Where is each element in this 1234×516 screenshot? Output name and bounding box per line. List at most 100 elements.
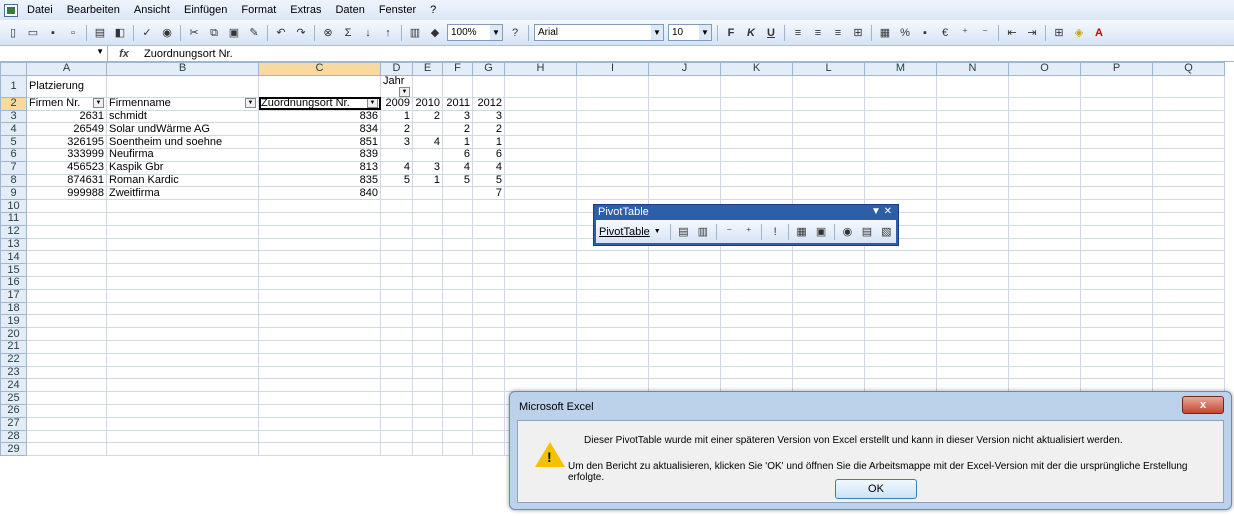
cell-g9[interactable]: 7 (472, 186, 505, 201)
cell-a8[interactable]: 874631 (26, 173, 107, 188)
cell-q18[interactable] (1152, 301, 1225, 316)
cell-p9[interactable] (1080, 186, 1153, 201)
print-icon[interactable]: ▤ (92, 25, 108, 41)
row-header-22[interactable]: 22 (0, 352, 27, 367)
cell-q4[interactable] (1152, 122, 1225, 137)
cell-b18[interactable] (106, 301, 259, 316)
column-header-o[interactable]: O (1008, 62, 1081, 76)
cell-q6[interactable] (1152, 147, 1225, 162)
cell-h18[interactable] (504, 301, 577, 316)
cell-q14[interactable] (1152, 250, 1225, 265)
cell-c15[interactable] (258, 263, 381, 277)
cell-a12[interactable] (26, 224, 107, 239)
cell-d9[interactable] (380, 186, 413, 201)
cell-j24[interactable] (648, 378, 721, 393)
cell-e26[interactable] (412, 403, 443, 418)
cell-l1[interactable] (792, 74, 865, 98)
cell-p12[interactable] (1080, 224, 1153, 239)
hide-field-list-icon[interactable]: ▧ (879, 224, 894, 240)
cell-g2[interactable]: 2012 (472, 96, 505, 111)
cell-h10[interactable] (504, 199, 577, 213)
cell-h11[interactable] (504, 211, 577, 226)
cell-f18[interactable] (442, 301, 473, 316)
cell-q17[interactable] (1152, 288, 1225, 303)
increase-decimal-icon[interactable]: ⁺ (957, 25, 973, 41)
drawing-icon[interactable]: ◆ (427, 25, 443, 41)
row-header-7[interactable]: 7 (0, 160, 27, 175)
cell-e18[interactable] (412, 301, 443, 316)
cell-f14[interactable] (442, 250, 473, 265)
cell-d8[interactable]: 5 (380, 173, 413, 188)
row-header-14[interactable]: 14 (0, 250, 27, 265)
cell-o6[interactable] (1008, 147, 1081, 162)
cell-q19[interactable] (1152, 314, 1225, 329)
cell-o22[interactable] (1008, 352, 1081, 367)
cell-m7[interactable] (864, 160, 937, 175)
cell-l16[interactable] (792, 275, 865, 290)
cell-a25[interactable] (26, 391, 107, 405)
cell-m4[interactable] (864, 122, 937, 137)
cell-e8[interactable]: 1 (412, 173, 443, 188)
cell-g25[interactable] (472, 391, 505, 405)
cell-h3[interactable] (504, 109, 577, 124)
bold-icon[interactable]: F (723, 25, 739, 41)
cell-b8[interactable]: Roman Kardic (106, 173, 259, 188)
cell-c4[interactable]: 834 (258, 122, 381, 137)
paste-icon[interactable]: ▣ (226, 25, 242, 41)
cell-n23[interactable] (936, 365, 1009, 380)
row-header-13[interactable]: 13 (0, 237, 27, 252)
cell-e6[interactable] (412, 147, 443, 162)
cell-g29[interactable] (472, 442, 505, 457)
cell-o1[interactable] (1008, 74, 1081, 98)
menu-datei[interactable]: Datei (20, 4, 60, 16)
cell-a19[interactable] (26, 314, 107, 329)
font-select[interactable]: Arial ▼ (534, 24, 664, 41)
insert-function-icon[interactable]: fx (108, 48, 140, 60)
cell-n3[interactable] (936, 109, 1009, 124)
cell-l3[interactable] (792, 109, 865, 124)
cell-a10[interactable] (26, 199, 107, 213)
cell-i6[interactable] (576, 147, 649, 162)
cell-j16[interactable] (648, 275, 721, 290)
cell-c22[interactable] (258, 352, 381, 367)
cell-b9[interactable]: Zweitfirma (106, 186, 259, 201)
cell-d10[interactable] (380, 199, 413, 213)
cell-c11[interactable] (258, 211, 381, 226)
cell-k16[interactable] (720, 275, 793, 290)
cell-a5[interactable]: 326195 (26, 135, 107, 149)
cell-f7[interactable]: 4 (442, 160, 473, 175)
menu-daten[interactable]: Daten (328, 4, 371, 16)
cell-i23[interactable] (576, 365, 649, 380)
row-header-21[interactable]: 21 (0, 339, 27, 354)
cell-k8[interactable] (720, 173, 793, 188)
column-header-m[interactable]: M (864, 62, 937, 76)
cell-l23[interactable] (792, 365, 865, 380)
cell-b3[interactable]: schmidt (106, 109, 259, 124)
cell-m9[interactable] (864, 186, 937, 201)
cell-d7[interactable]: 4 (380, 160, 413, 175)
cell-m2[interactable] (864, 96, 937, 111)
cell-k24[interactable] (720, 378, 793, 393)
cell-e16[interactable] (412, 275, 443, 290)
cell-e12[interactable] (412, 224, 443, 239)
cell-a4[interactable]: 26549 (26, 122, 107, 137)
cell-o24[interactable] (1008, 378, 1081, 393)
column-header-a[interactable]: A (26, 62, 107, 76)
row-header-29[interactable]: 29 (0, 442, 27, 457)
currency-icon[interactable]: ▦ (877, 25, 893, 41)
cell-h17[interactable] (504, 288, 577, 303)
cell-q20[interactable] (1152, 327, 1225, 341)
cell-a27[interactable] (26, 416, 107, 431)
cell-i8[interactable] (576, 173, 649, 188)
cell-e4[interactable] (412, 122, 443, 137)
cell-f6[interactable]: 6 (442, 147, 473, 162)
cell-b25[interactable] (106, 391, 259, 405)
row-header-27[interactable]: 27 (0, 416, 27, 431)
cell-j5[interactable] (648, 135, 721, 149)
fill-color-icon[interactable]: ◈ (1071, 25, 1087, 41)
cell-j7[interactable] (648, 160, 721, 175)
filter-dropdown-icon[interactable]: ▼ (245, 98, 256, 109)
row-header-2[interactable]: 2 (0, 96, 27, 111)
cell-e5[interactable]: 4 (412, 135, 443, 149)
cell-e9[interactable] (412, 186, 443, 201)
